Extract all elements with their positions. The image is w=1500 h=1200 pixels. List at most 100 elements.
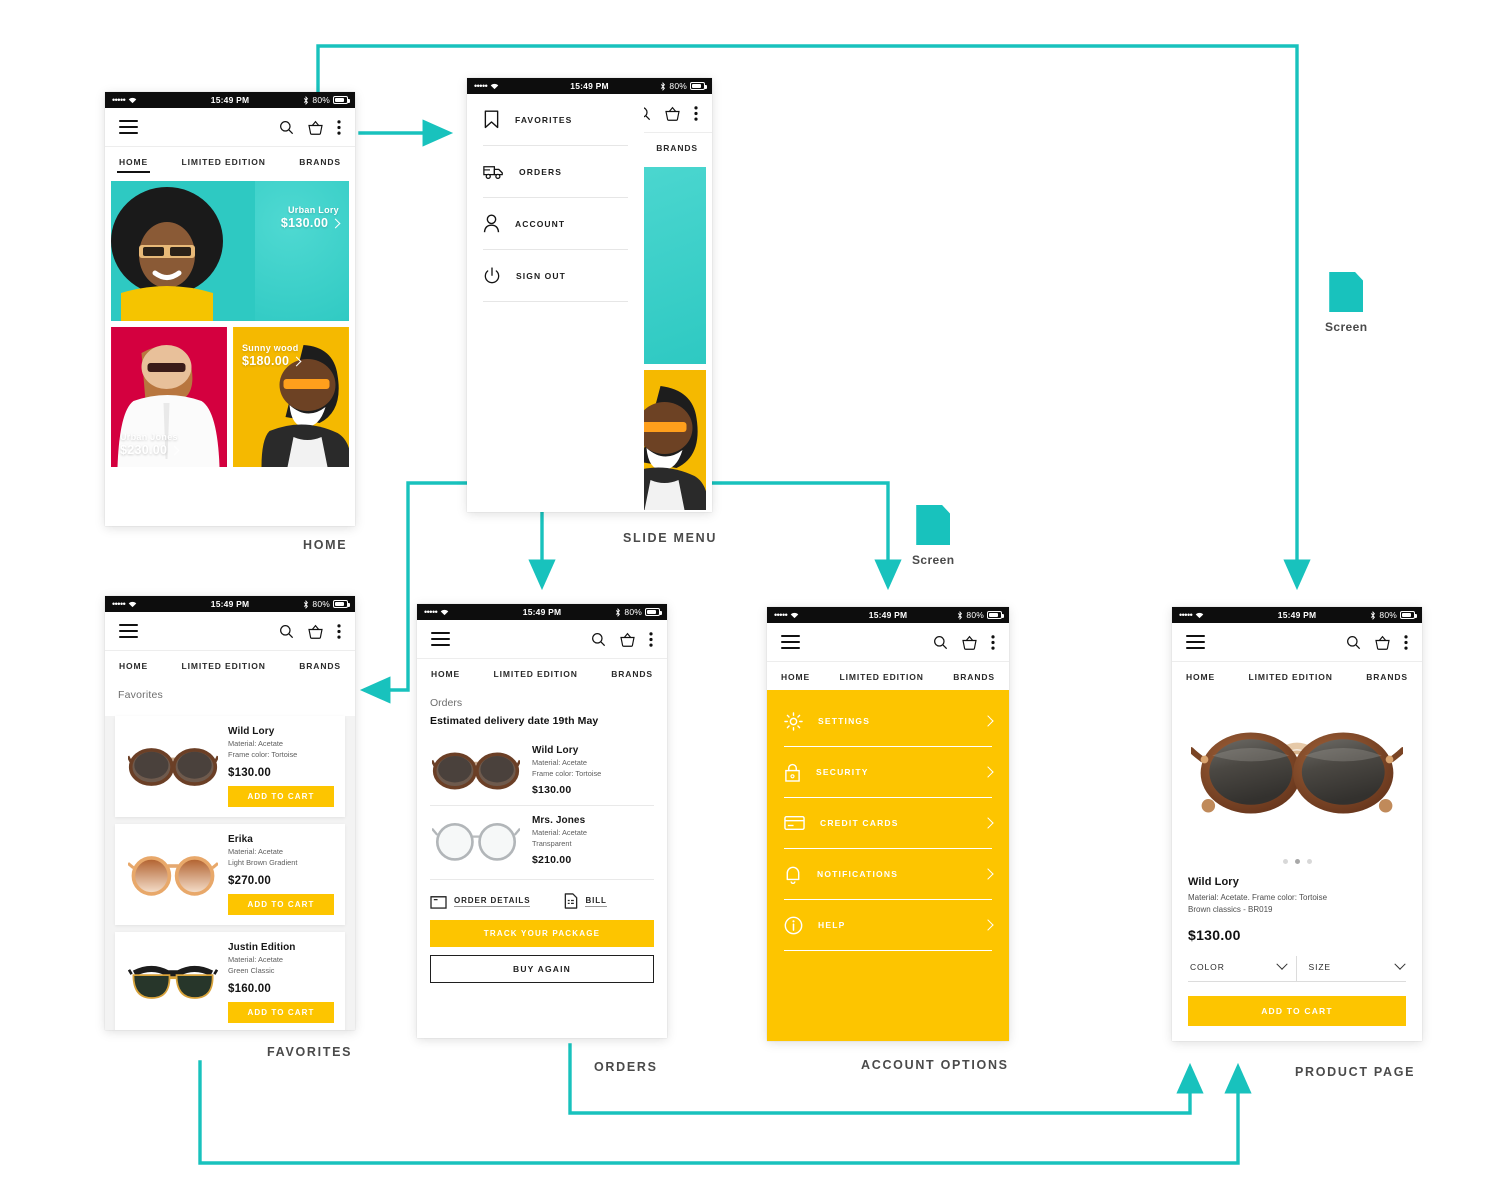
hero-tile-urban-jones[interactable]: Urban Jones $230.00: [111, 327, 227, 467]
tab-home[interactable]: HOME: [781, 665, 810, 688]
tab-home[interactable]: HOME: [119, 654, 148, 677]
overflow-menu-icon[interactable]: [991, 634, 995, 650]
search-icon[interactable]: [279, 120, 294, 135]
menu-item-account[interactable]: ACCOUNT: [483, 198, 628, 250]
menu-item-sign-out[interactable]: SIGN OUT: [483, 250, 628, 302]
account-item-notifications[interactable]: NOTIFICATIONS: [784, 849, 994, 900]
tab-home[interactable]: HOME: [1186, 665, 1215, 688]
list-item[interactable]: Justin Edition Material: Acetate Green C…: [115, 932, 345, 1030]
tab-home[interactable]: HOME: [431, 662, 460, 685]
tab-bar[interactable]: HOME LIMITED EDITION BRANDS: [105, 650, 355, 679]
menu-item-orders[interactable]: ORDERS: [483, 146, 628, 198]
screen-home[interactable]: ••••• 15:49 PM 80% HOME LIMITED EDITION …: [105, 92, 355, 526]
basket-icon[interactable]: [619, 632, 636, 647]
tab-brands[interactable]: BRANDS: [611, 662, 653, 685]
estimated-delivery-text: Estimated delivery date 19th May: [430, 715, 599, 727]
add-to-cart-button[interactable]: ADD TO CART: [228, 786, 334, 808]
overflow-menu-icon[interactable]: [337, 623, 341, 639]
order-actions: ORDER DETAILS BILL: [430, 879, 654, 920]
size-select[interactable]: SIZE: [1297, 956, 1407, 981]
basket-icon[interactable]: [664, 106, 681, 121]
search-icon[interactable]: [1346, 635, 1361, 650]
sunglasses-tortoise-large-icon: [1191, 732, 1403, 813]
order-line-item[interactable]: Mrs. Jones Material: Acetate Transparent…: [430, 805, 654, 875]
tab-home[interactable]: HOME: [116, 150, 151, 173]
tab-brands[interactable]: BRANDS: [953, 665, 995, 688]
screen-favorites[interactable]: ••••• 15:49 PM 80% HOME LIMITED EDITION …: [105, 596, 355, 1030]
tab-bar[interactable]: HOME LIMITED EDITION BRANDS: [1172, 661, 1422, 690]
tab-limited-edition[interactable]: LIMITED EDITION: [182, 150, 266, 173]
product-meta-2: Transparent: [532, 838, 572, 848]
screen-slide-menu[interactable]: ••••• 15:49 PM 80% HOME LIMITED EDITION …: [467, 78, 712, 512]
order-line-item[interactable]: Wild Lory Material: Acetate Frame color:…: [430, 736, 654, 805]
list-item[interactable]: Wild Lory Material: Acetate Frame color:…: [115, 716, 345, 818]
basket-icon[interactable]: [307, 624, 324, 639]
basket-icon[interactable]: [961, 635, 978, 650]
product-name: Wild Lory: [228, 726, 275, 737]
buy-again-button[interactable]: BUY AGAIN: [430, 955, 654, 984]
tab-bar[interactable]: HOME LIMITED EDITION BRANDS: [105, 146, 355, 175]
account-item-credit-cards[interactable]: CREDIT CARDS: [784, 798, 994, 849]
product-thumbnail: [430, 748, 522, 794]
product-meta-1: Material: Acetate: [228, 955, 284, 965]
account-item-help[interactable]: HELP: [784, 900, 994, 951]
overflow-menu-icon[interactable]: [337, 119, 341, 135]
add-to-cart-button[interactable]: ADD TO CART: [228, 894, 334, 916]
menu-item-label: FAVORITES: [515, 114, 573, 125]
tab-limited-edition[interactable]: LIMITED EDITION: [1249, 665, 1333, 688]
tab-bar[interactable]: HOME LIMITED EDITION BRANDS: [417, 658, 667, 687]
search-icon[interactable]: [279, 624, 294, 639]
track-package-button[interactable]: TRACK YOUR PACKAGE: [430, 920, 654, 948]
carousel-dot-active[interactable]: [1294, 859, 1300, 864]
tab-bar[interactable]: HOME LIMITED EDITION BRANDS: [767, 661, 1009, 690]
screen-account-options[interactable]: ••••• 15:49 PM 80% HOME LIMITED EDITION …: [767, 607, 1009, 1041]
hamburger-icon[interactable]: [1186, 631, 1205, 653]
add-to-cart-button[interactable]: ADD TO CART: [1188, 996, 1406, 1026]
person-icon: [483, 214, 500, 233]
product-hero-image[interactable]: [1172, 690, 1422, 855]
bill-link[interactable]: BILL: [564, 893, 607, 909]
order-details-link[interactable]: ORDER DETAILS: [430, 893, 531, 909]
basket-icon[interactable]: [307, 120, 324, 135]
account-options-list: SETTINGS SECURITY CREDIT CARDS NOTIFICAT…: [767, 690, 1009, 1041]
menu-item-favorites[interactable]: FAVORITES: [483, 94, 628, 146]
tab-limited-edition[interactable]: LIMITED EDITION: [494, 662, 578, 685]
bell-icon: [786, 866, 800, 884]
basket-icon[interactable]: [1374, 635, 1391, 650]
tab-limited-edition[interactable]: LIMITED EDITION: [182, 654, 266, 677]
screen-orders[interactable]: ••••• 15:49 PM 80% HOME LIMITED EDITION …: [417, 604, 667, 1038]
product-meta-1: Material: Acetate: [228, 739, 284, 748]
hamburger-icon[interactable]: [119, 116, 138, 138]
account-item-security[interactable]: SECURITY: [784, 747, 994, 798]
status-bar: ••••• 15:49 PM 80%: [105, 92, 355, 108]
tab-brands[interactable]: BRANDS: [299, 150, 341, 173]
add-to-cart-button[interactable]: ADD TO CART: [228, 1002, 334, 1024]
search-icon[interactable]: [933, 635, 948, 650]
hero-tile-urban-lory[interactable]: Urban Lory $130.00: [111, 181, 349, 321]
sunglasses-tortoise-icon: [127, 747, 218, 786]
overflow-menu-icon[interactable]: [649, 631, 653, 647]
hamburger-icon[interactable]: [781, 631, 800, 653]
hero-tile-sunny-wood[interactable]: Sunny wood $180.00: [233, 327, 349, 467]
list-item[interactable]: Erika Material: Acetate Light Brown Grad…: [115, 824, 345, 926]
favorites-list[interactable]: Wild Lory Material: Acetate Frame color:…: [105, 716, 355, 1030]
hamburger-icon[interactable]: [119, 620, 138, 642]
overflow-menu-icon[interactable]: [694, 105, 698, 121]
tab-brands[interactable]: BRANDS: [656, 136, 698, 159]
hamburger-icon[interactable]: [431, 628, 450, 650]
tab-brands[interactable]: BRANDS: [1366, 665, 1408, 688]
image-carousel-dots[interactable]: [1172, 855, 1422, 876]
tab-brands[interactable]: BRANDS: [299, 654, 341, 677]
product-meta-1: Material: Acetate: [532, 828, 588, 838]
color-select[interactable]: COLOR: [1188, 956, 1297, 981]
bluetooth-icon: [958, 610, 963, 620]
carousel-dot[interactable]: [1282, 859, 1288, 864]
screen-product-page[interactable]: ••••• 15:49 PM 80% HOME LIMITED EDITION …: [1172, 607, 1422, 1041]
carousel-dot[interactable]: [1306, 859, 1312, 864]
overflow-menu-icon[interactable]: [1404, 634, 1408, 650]
account-item-settings[interactable]: SETTINGS: [784, 696, 994, 747]
bluetooth-icon: [1371, 610, 1376, 620]
tab-limited-edition[interactable]: LIMITED EDITION: [840, 665, 924, 688]
chevron-right-icon: [291, 356, 302, 367]
search-icon[interactable]: [591, 632, 606, 647]
